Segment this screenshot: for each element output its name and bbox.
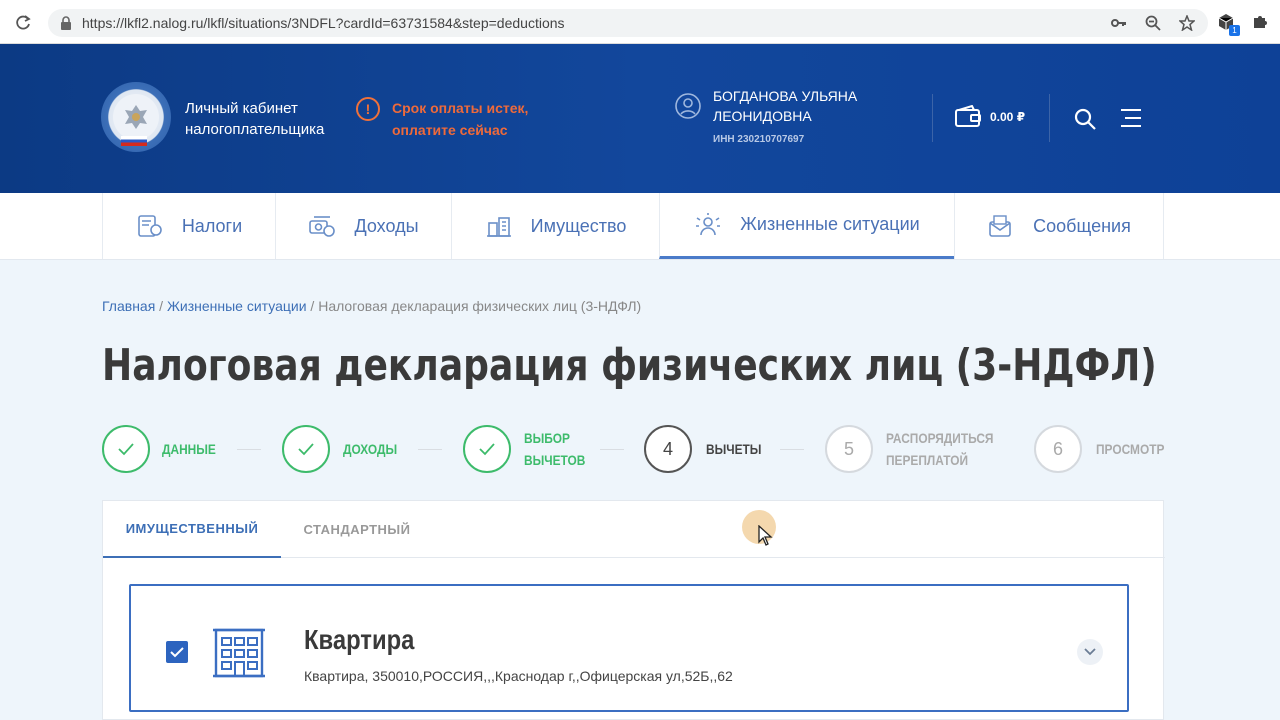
step-4-label[interactable]: ВЫЧЕТЫ [706, 438, 761, 460]
property-icon [486, 217, 511, 237]
breadcrumb-life-situations[interactable]: Жизненные ситуации [167, 298, 307, 314]
nav-label: Налоги [181, 215, 243, 236]
step-5-label-line2: ПЕРЕПЛАТОЙ [886, 452, 969, 468]
wallet-balance[interactable]: 0.00 ₽ [990, 110, 1025, 124]
page-title: Налоговая декларация физических лиц (3-Н… [102, 340, 1157, 391]
payment-overdue-link[interactable]: Срок оплаты истек, оплатите сейчас [392, 97, 552, 141]
user-icon[interactable] [674, 92, 702, 120]
step-5-label: РАСПОРЯДИТЬСЯ ПЕРЕПЛАТОЙ [886, 427, 993, 471]
step-connector [237, 449, 261, 450]
deduction-tabs: ИМУЩЕСТВЕННЫЙ СТАНДАРТНЫЙ [103, 501, 1165, 558]
user-name[interactable]: БОГДАНОВА УЛЬЯНА ЛЕОНИДОВНА [713, 86, 913, 126]
key-icon[interactable] [1110, 14, 1128, 32]
step-2-label[interactable]: ДОХОДЫ [343, 438, 397, 460]
nav-label: Имущество [530, 215, 627, 236]
breadcrumb-separator: / [155, 298, 167, 314]
breadcrumb-current: Налоговая декларация физических лиц (3-Н… [318, 298, 642, 314]
fns-emblem-logo[interactable] [101, 82, 171, 152]
cabinet-title[interactable]: Личный кабинет налогоплательщика [185, 98, 355, 140]
step-connector [780, 449, 804, 450]
nav-taxes[interactable]: Налоги [102, 193, 275, 259]
nav-property[interactable]: Имущество [451, 193, 659, 259]
search-icon[interactable] [1073, 107, 1097, 131]
step-3-label[interactable]: ВЫБОР ВЫЧЕТОВ [524, 427, 585, 471]
step-3-label-line2: ВЫЧЕТОВ [524, 452, 586, 468]
puzzle-icon[interactable] [1250, 12, 1270, 32]
taxes-icon [138, 215, 162, 237]
step-6-label: ПРОСМОТР [1096, 441, 1165, 457]
zoom-icon[interactable] [1144, 14, 1162, 32]
breadcrumb-home[interactable]: Главная [102, 298, 155, 314]
extension-cube-icon[interactable]: 1 [1216, 12, 1240, 36]
step-5-circle: 5 [825, 425, 873, 473]
warning-icon: ! [356, 97, 380, 121]
property-checkbox[interactable] [166, 641, 188, 663]
step-4-circle[interactable]: 4 [644, 425, 692, 473]
breadcrumb: Главная / Жизненные ситуации / Налоговая… [102, 298, 641, 314]
nav-label: Доходы [354, 215, 419, 236]
tab-standard-deduction[interactable]: СТАНДАРТНЫЙ [281, 501, 433, 558]
step-connector [418, 449, 442, 450]
step-1-label[interactable]: ДАННЫЕ [162, 438, 216, 460]
lock-icon [60, 16, 74, 30]
step-connector [600, 449, 624, 450]
browser-toolbar: https://lkfl2.nalog.ru/lkfl/situations/3… [0, 0, 1280, 44]
nav-label: Сообщения [1033, 215, 1131, 236]
nav-income[interactable]: Доходы [275, 193, 451, 259]
property-card[interactable]: Квартира Квартира, 350010,РОССИЯ,,,Красн… [129, 584, 1129, 712]
nav-life-situations[interactable]: Жизненные ситуации [659, 193, 954, 259]
property-title: Квартира [304, 624, 415, 655]
nav-messages[interactable]: Сообщения [954, 193, 1164, 259]
star-icon[interactable] [1178, 14, 1196, 32]
property-address: Квартира, 350010,РОССИЯ,,,Краснодар г,,О… [304, 668, 733, 684]
expand-chevron-icon[interactable] [1077, 639, 1103, 665]
step-3-check-icon[interactable] [463, 425, 511, 473]
tab-property-deduction[interactable]: ИМУЩЕСТВЕННЫЙ [103, 501, 281, 558]
extension-badge: 1 [1229, 25, 1240, 36]
user-inn: ИНН 230210707697 [713, 134, 805, 145]
step-1-check-icon[interactable] [102, 425, 150, 473]
header-divider [932, 94, 933, 142]
step-5-label-line1: РАСПОРЯДИТЬСЯ [886, 430, 994, 446]
step-2-check-icon[interactable] [282, 425, 330, 473]
apartment-building-icon [213, 628, 265, 678]
wallet-icon[interactable] [954, 105, 982, 129]
menu-icon[interactable] [1120, 108, 1142, 128]
messages-icon [989, 215, 1011, 237]
main-nav: Налоги Доходы Имущество Жизненные ситуац… [0, 193, 1280, 260]
reload-icon[interactable] [10, 10, 36, 36]
breadcrumb-separator: / [306, 298, 319, 314]
step-3-label-line1: ВЫБОР [524, 430, 570, 446]
step-6-circle: 6 [1034, 425, 1082, 473]
site-header: Личный кабинет налогоплательщика ! Срок … [0, 44, 1280, 193]
nav-label: Жизненные ситуации [740, 214, 920, 234]
address-bar[interactable]: https://lkfl2.nalog.ru/lkfl/situations/3… [48, 9, 1208, 37]
header-divider [1049, 94, 1050, 142]
mouse-pointer-icon [758, 525, 773, 546]
income-icon [309, 216, 336, 237]
url-text: https://lkfl2.nalog.ru/lkfl/situations/3… [82, 15, 565, 31]
life-situations-icon [696, 212, 721, 235]
